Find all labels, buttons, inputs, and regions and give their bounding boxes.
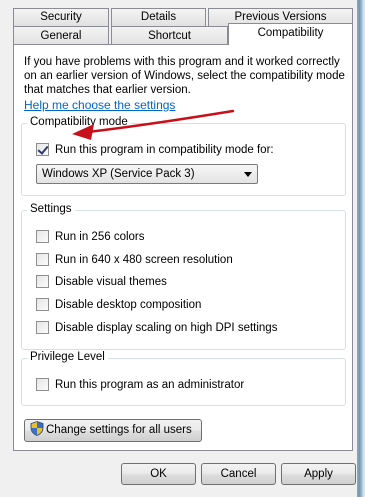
compatibility-mode-label: Compatibility mode	[27, 116, 131, 128]
setting-disable-themes-label: Disable visual themes	[55, 275, 167, 288]
run-as-admin-checkbox[interactable]	[36, 378, 49, 391]
tab-general[interactable]: General	[13, 26, 109, 45]
setting-640x480-row[interactable]: Run in 640 x 480 screen resolution	[36, 253, 233, 266]
setting-640x480-checkbox[interactable]	[36, 253, 49, 266]
compat-mode-checkbox-label: Run this program in compatibility mode f…	[55, 143, 274, 156]
intro-text: If you have problems with this program a…	[24, 56, 345, 96]
compatibility-mode-group: Compatibility mode Run this program in c…	[21, 116, 346, 196]
chevron-down-icon	[244, 172, 252, 177]
change-settings-all-users-button[interactable]: Change settings for all users	[24, 419, 202, 442]
compat-mode-checkbox-row[interactable]: Run this program in compatibility mode f…	[36, 143, 274, 156]
setting-disable-themes-checkbox[interactable]	[36, 275, 49, 288]
settings-group: Settings Run in 256 colors Run in 640 x …	[21, 203, 346, 350]
compatibility-tab-page: If you have problems with this program a…	[13, 44, 353, 451]
tab-compatibility[interactable]: Compatibility	[228, 23, 353, 45]
setting-disable-themes-row[interactable]: Disable visual themes	[36, 275, 167, 288]
setting-disable-composition-checkbox[interactable]	[36, 298, 49, 311]
setting-256-colors-row[interactable]: Run in 256 colors	[36, 230, 145, 243]
setting-disable-dpi-scaling-checkbox[interactable]	[36, 321, 49, 334]
window-aero-edge	[356, 0, 365, 497]
setting-256-colors-checkbox[interactable]	[36, 230, 49, 243]
tab-security[interactable]: Security	[13, 8, 109, 26]
privilege-level-group: Privilege Level Run this program as an a…	[21, 351, 346, 406]
compat-mode-checkbox[interactable]	[36, 143, 49, 156]
change-settings-label: Change settings for all users	[46, 424, 192, 436]
run-as-admin-row[interactable]: Run this program as an administrator	[36, 378, 244, 391]
apply-button[interactable]: Apply	[281, 463, 356, 485]
setting-256-colors-label: Run in 256 colors	[55, 230, 145, 243]
tab-details[interactable]: Details	[111, 8, 206, 26]
run-as-admin-label: Run this program as an administrator	[55, 378, 245, 391]
setting-disable-composition-label: Disable desktop composition	[55, 298, 202, 311]
properties-dialog: Security Details Previous Versions Gener…	[0, 0, 357, 497]
setting-disable-dpi-scaling-label: Disable display scaling on high DPI sett…	[55, 321, 278, 334]
setting-disable-dpi-scaling-row[interactable]: Disable display scaling on high DPI sett…	[36, 321, 277, 334]
cancel-button[interactable]: Cancel	[201, 463, 276, 485]
uac-shield-icon	[30, 421, 44, 437]
os-version-selected: Windows XP (Service Pack 3)	[42, 168, 195, 180]
setting-disable-composition-row[interactable]: Disable desktop composition	[36, 298, 201, 311]
privilege-level-label: Privilege Level	[27, 351, 108, 363]
setting-640x480-label: Run in 640 x 480 screen resolution	[55, 253, 233, 266]
ok-button[interactable]: OK	[121, 463, 196, 485]
tab-shortcut[interactable]: Shortcut	[111, 26, 228, 45]
settings-label: Settings	[27, 203, 75, 215]
os-version-dropdown[interactable]: Windows XP (Service Pack 3)	[36, 164, 258, 184]
help-choose-settings-link[interactable]: Help me choose the settings	[24, 98, 175, 112]
